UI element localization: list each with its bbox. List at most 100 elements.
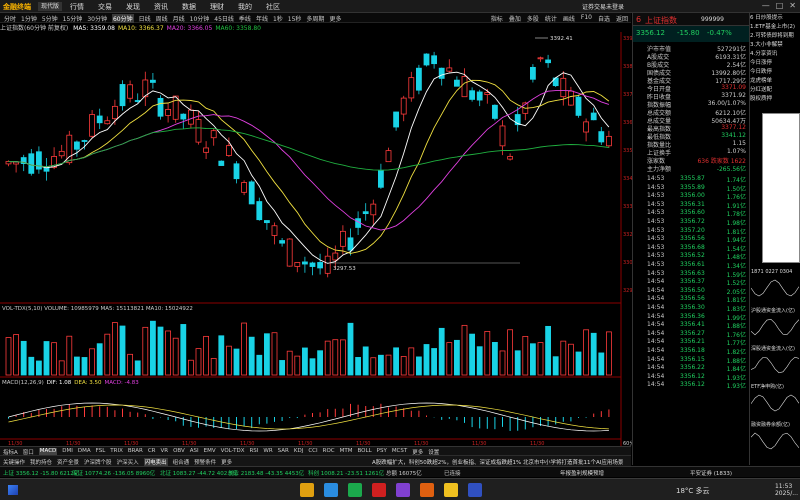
quote-name: 上证指数 — [645, 16, 677, 25]
index-ticker-item[interactable]: 上证 3356.12 -15.80 6212亿 — [3, 469, 79, 477]
info-menu-item[interactable]: 3.大小非解禁 — [750, 40, 800, 49]
mini-chart[interactable]: 1871 0227 0304 — [750, 269, 800, 303]
taskbar-app-icon[interactable] — [420, 483, 434, 497]
tick-price: 3356.41 — [680, 321, 705, 329]
tick-row: 14:54 3356.18 1.82亿 — [633, 347, 750, 356]
mini-chart[interactable]: 深股通资金流入(亿) — [750, 345, 800, 380]
tick-price: 3356.18 — [680, 347, 705, 354]
candle-body — [507, 156, 514, 160]
index-ticker-item[interactable]: 年报盈利规模预增 — [560, 469, 604, 477]
mini-chart[interactable]: 融资融券余额(亿) — [750, 421, 800, 456]
info-menu-item[interactable]: 2.可转债即将到期 — [750, 31, 800, 40]
volume-bar — [507, 329, 514, 376]
info-menu-item[interactable]: 股权质押 — [750, 94, 800, 103]
info-menu-item[interactable]: 1.ETF基金上市(2) — [750, 22, 800, 31]
info-menu-item[interactable]: 龙虎榜单 — [750, 76, 800, 85]
volume-bar — [96, 343, 103, 376]
mini-chart[interactable]: 沪股通资金流入(亿) — [750, 307, 800, 342]
tick-price: 3357.20 — [680, 226, 705, 234]
start-icon[interactable] — [8, 485, 18, 495]
candle-body — [218, 160, 225, 166]
candle-body — [210, 130, 217, 139]
volume-bar — [370, 357, 377, 376]
tick-row: 14:53 3355.89 1.50亿 — [633, 184, 750, 193]
index-ticker-item[interactable]: 平安证券 (1833) — [690, 469, 732, 477]
candle-body — [568, 90, 574, 106]
volume-bar — [461, 324, 468, 376]
taskbar-app-icon[interactable] — [324, 483, 338, 497]
news-ticker[interactable]: A股跌幅扩大，科创50跌超2%，创业板指、深证成指跌超1% 北京市中小学将打造首… — [372, 458, 623, 466]
candle-body — [294, 262, 301, 267]
candle-body — [385, 150, 392, 163]
tick-time: 14:54 — [647, 372, 665, 380]
candle-body — [241, 182, 248, 193]
maximize-icon[interactable]: □ — [776, 1, 784, 10]
trade-tool-button[interactable]: 关键操作 — [3, 458, 25, 466]
trade-tool-button[interactable]: 更多 — [221, 458, 232, 466]
tick-time: 14:53 — [647, 175, 665, 182]
volume-bar — [400, 356, 407, 376]
weather-widget[interactable]: 18°C 多云 — [676, 486, 710, 496]
volume-bar — [104, 333, 111, 376]
candle-body — [248, 181, 255, 205]
info-menu-item[interactable]: 4.分享资讯 — [750, 49, 800, 58]
taskbar-app-icon[interactable] — [396, 483, 410, 497]
kline-chart[interactable]: 3395.00 3384.35 3373.70 3363.05 3352.40 3341.… — [0, 0, 632, 466]
tick-time: 14:53 — [647, 243, 665, 251]
trade-tool-button[interactable]: 我的持仓 — [30, 458, 52, 466]
volume-bar — [415, 356, 422, 376]
volume-bar — [317, 350, 324, 376]
drawing-palette[interactable] — [762, 113, 800, 263]
volume-bar — [438, 327, 445, 376]
tick-time: 14:54 — [647, 304, 665, 311]
candle-body — [423, 53, 430, 66]
tick-volume: 1.93亿 — [726, 383, 746, 391]
candle-body — [575, 96, 582, 116]
candle-body — [400, 97, 407, 115]
index-ticker-item[interactable]: 创业 2183.48 -43.35 4453亿 — [228, 469, 304, 477]
trade-tool-button[interactable]: 预警条件 — [194, 458, 216, 466]
tick-row: 14:53 3355.87 1.74亿 — [633, 175, 750, 184]
trade-tool-button[interactable]: 闪电卖出 — [143, 458, 168, 466]
trade-tool-button[interactable]: 组合通 — [173, 458, 190, 466]
index-ticker-item[interactable]: 已连接 — [444, 469, 461, 477]
candle-body — [89, 114, 95, 137]
info-menu-item[interactable]: 今日涨停 — [750, 58, 800, 67]
candle-body — [112, 105, 118, 120]
info-menu-item[interactable]: 分红送配 — [750, 85, 800, 94]
clock[interactable]: 11:53 2025/... — [775, 483, 798, 497]
trade-tool-button[interactable]: 沪深牌个股 — [84, 458, 112, 466]
info-menu-item[interactable]: 今日跌停 — [750, 67, 800, 76]
close-icon[interactable]: ✕ — [789, 1, 796, 10]
candle-body — [530, 66, 536, 80]
stat-row: 沪市市值 527291亿 — [633, 44, 750, 53]
index-ticker-item[interactable]: 科创 1008.21 -23.51 1261亿 — [308, 469, 384, 477]
volume-bar — [149, 320, 156, 376]
candle-body — [431, 55, 438, 65]
tick-row: 14:54 3356.37 1.52亿 — [633, 278, 750, 287]
index-ticker-item[interactable]: 北证 1083.27 -44.72 402.5亿 — [160, 469, 238, 477]
volume-bar — [187, 359, 194, 376]
low-label: 3297.53 — [333, 266, 356, 272]
volume-bar — [5, 337, 12, 376]
info-menu-item[interactable]: 6 日炒股提示 — [750, 13, 800, 22]
trade-tool-button[interactable]: 沪深买入 — [117, 458, 139, 466]
taskbar-app-icon[interactable] — [300, 483, 314, 497]
tick-price: 3356.36 — [680, 312, 705, 320]
minimize-icon[interactable]: — — [762, 1, 770, 10]
tick-price: 3356.52 — [680, 252, 705, 260]
volume-bar — [301, 347, 308, 376]
taskbar-app-icon[interactable] — [444, 483, 458, 497]
mini-chart[interactable]: ETF净申购(亿) — [750, 383, 800, 418]
clock-time: 11:53 — [774, 483, 793, 490]
trade-tool-button[interactable]: 资产全景 — [57, 458, 79, 466]
quote-change: -15.80 — [677, 29, 700, 37]
tick-row: 14:53 3356.00 1.76亿 — [633, 192, 750, 201]
taskbar-app-icon[interactable] — [372, 483, 386, 497]
stat-row: 昨日收盘 3371.92 — [633, 92, 750, 101]
index-ticker-item[interactable]: 总额 16075亿 — [386, 469, 422, 477]
index-ticker-item[interactable]: 深证 10774.26 -136.05 8960亿 — [72, 469, 155, 477]
trade-toolbar: 关键操作 我的持仓 资产全景 沪深牌个股 沪深买入 闪电卖出 组合通 预警条件 更多 A股跌幅扩… — [0, 455, 631, 466]
taskbar-app-icon[interactable] — [468, 483, 482, 497]
taskbar-app-icon[interactable] — [348, 483, 362, 497]
